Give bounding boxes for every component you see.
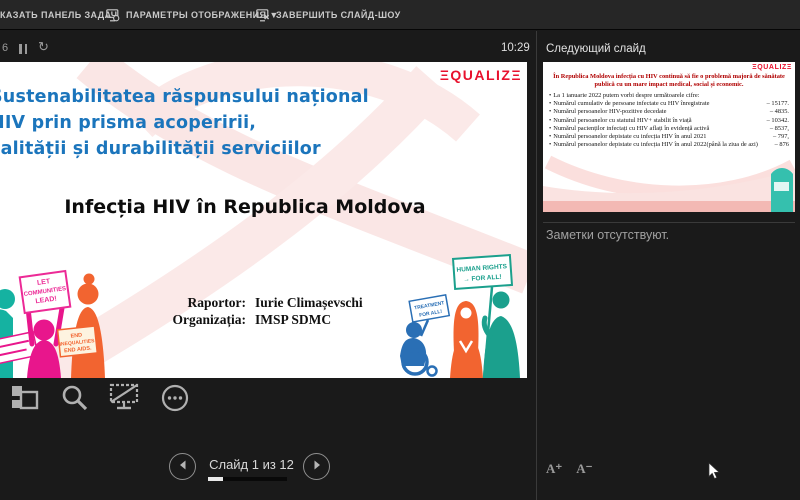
end-slideshow-button[interactable]: ЗАВЕРШИТЬ СЛАЙД-ШОУ [256, 0, 401, 30]
increase-font-button[interactable]: A⁺ [546, 461, 562, 477]
presenter-name: Iurie Climașevschi [255, 294, 363, 311]
preview-bullet-item: Numărul persoanelor depistate cu infecți… [549, 141, 789, 149]
restart-timer-button[interactable]: ↻ [38, 39, 49, 55]
previous-slide-button[interactable] [169, 453, 196, 480]
decrease-font-button[interactable]: A⁻ [576, 461, 592, 477]
notes-font-controls: A⁺ A⁻ [546, 461, 593, 477]
panel-divider [536, 31, 537, 500]
arrow-left-icon [177, 458, 189, 476]
current-time: 10:29 [501, 42, 530, 54]
sign-human-rights: HUMAN RIGHTS → FOR ALL! [453, 255, 512, 289]
ellipsis-icon [160, 383, 190, 418]
presenter-label: Raportor: [150, 294, 246, 311]
see-all-slides-button[interactable] [8, 384, 42, 416]
show-taskbar-label: КАЗАТЬ ПАНЕЛЬ ЗАДАЧ [0, 10, 118, 20]
preview-bullet-item: Numărul cumulativ de persoane infectate … [549, 100, 789, 108]
display-settings-icon [106, 9, 120, 22]
slide-progress-bar [208, 477, 287, 481]
mouse-cursor [708, 462, 720, 485]
preview-slide-title: În Republica Moldova infecția cu HIV con… [551, 73, 787, 89]
slide-subtitle: Infecția HIV în Republica Moldova [0, 196, 490, 218]
preview-bullet-item: La 1 ianuarie 2022 putem vorbi despre ur… [549, 92, 789, 100]
timer-elapsed: 6 [2, 42, 8, 54]
current-slide[interactable]: ΞQUALIZΞ Sustenabilitatea răspunsului na… [0, 62, 527, 378]
next-slide-preview[interactable]: ΞQUALIZΞ În Republica Moldova infecția c… [543, 62, 795, 212]
see-all-slides-icon [10, 383, 40, 418]
equalize-logo: ΞQUALIZΞ [440, 67, 522, 83]
organization-label: Organizația: [150, 311, 246, 328]
sign-let-communities-lead: LET COMMUNITIES LEAD! [20, 271, 71, 313]
end-slideshow-icon [256, 9, 270, 22]
preview-equalize-logo: ΞQUALIZΞ [752, 64, 792, 71]
preview-bullet-item: Numărul persoanelor HIV-pozitive decedat… [549, 108, 789, 116]
magnifier-icon [60, 383, 90, 418]
blank-screen-icon [109, 383, 141, 418]
protest-illustration-left: LET COMMUNITIES LEAD! END INEQUALITIES E… [0, 266, 112, 378]
more-options-button[interactable] [158, 384, 192, 416]
blank-screen-button[interactable] [108, 384, 142, 416]
preview-ribbon-art [543, 152, 795, 212]
notes-divider [543, 222, 795, 223]
arrow-right-icon [311, 458, 323, 476]
zoom-slide-button[interactable] [58, 384, 92, 416]
presenter-view: КАЗАТЬ ПАНЕЛЬ ЗАДАЧ ПАРАМЕТРЫ ОТОБРАЖЕНИ… [0, 0, 800, 500]
preview-bullet-item: Numărul persoanelor cu statutul HIV+ sta… [549, 117, 789, 125]
pause-timer-button[interactable] [19, 44, 28, 54]
slideshow-toolbar [8, 384, 192, 416]
next-slide-button[interactable] [303, 453, 330, 480]
preview-bullet-list: La 1 ianuarie 2022 putem vorbi despre ur… [549, 92, 789, 149]
organization-name: IMSP SDMC [255, 311, 331, 328]
slide-counter: Слайд 1 из 12 [205, 457, 298, 472]
show-taskbar-button[interactable]: КАЗАТЬ ПАНЕЛЬ ЗАДАЧ [0, 0, 118, 30]
top-menu-bar: КАЗАТЬ ПАНЕЛЬ ЗАДАЧ ПАРАМЕТРЫ ОТОБРАЖЕНИ… [0, 0, 800, 30]
preview-bullet-item: Numărul persoanelor depistate cu infecți… [549, 133, 789, 141]
protest-illustration-right: TREATMENT FOR ALL! HUMAN RIGHTS → FOR AL… [398, 254, 527, 378]
slide-title: Sustenabilitatea răspunsului național HI… [0, 84, 460, 162]
preview-bullet-item: Numărul pacienților infectați cu HIV afl… [549, 125, 789, 133]
svg-text:END: END [70, 332, 82, 339]
next-slide-header: Следующий слайд [546, 43, 646, 55]
notes-placeholder: Заметки отсутствуют. [546, 228, 669, 242]
sign-treatment-for-all: TREATMENT FOR ALL! [409, 295, 449, 322]
sign-end-inequalities: END INEQUALITIES END AIDS. [58, 326, 98, 357]
end-slideshow-label: ЗАВЕРШИТЬ СЛАЙД-ШОУ [276, 10, 401, 20]
display-settings-button[interactable]: ПАРАМЕТРЫ ОТОБРАЖЕНИЯ ▼ [106, 0, 279, 30]
